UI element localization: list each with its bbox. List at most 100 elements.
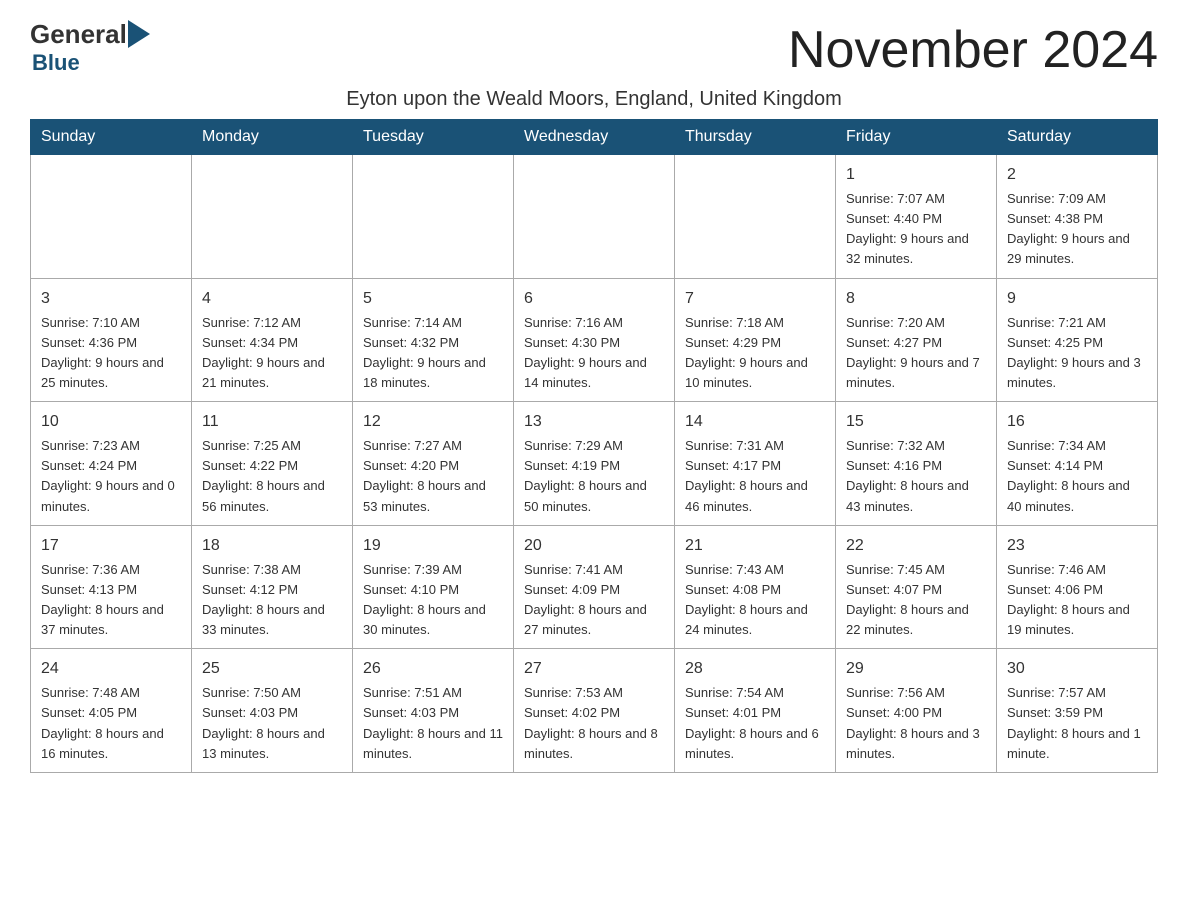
calendar-cell-3-2: 11Sunrise: 7:25 AMSunset: 4:22 PMDayligh… xyxy=(192,402,353,526)
location-title: Eyton upon the Weald Moors, England, Uni… xyxy=(30,88,1158,111)
col-header-wednesday: Wednesday xyxy=(514,120,675,155)
day-info: Sunrise: 7:53 AMSunset: 4:02 PMDaylight:… xyxy=(524,683,664,764)
logo-arrow-icon xyxy=(127,20,151,48)
calendar-cell-2-2: 4Sunrise: 7:12 AMSunset: 4:34 PMDaylight… xyxy=(192,278,353,402)
day-number: 23 xyxy=(1007,534,1147,558)
calendar-cell-1-7: 2Sunrise: 7:09 AMSunset: 4:38 PMDaylight… xyxy=(997,155,1158,279)
calendar-week-row-3: 10Sunrise: 7:23 AMSunset: 4:24 PMDayligh… xyxy=(31,402,1158,526)
calendar-cell-4-6: 22Sunrise: 7:45 AMSunset: 4:07 PMDayligh… xyxy=(836,525,997,649)
day-number: 20 xyxy=(524,534,664,558)
calendar-week-row-4: 17Sunrise: 7:36 AMSunset: 4:13 PMDayligh… xyxy=(31,525,1158,649)
calendar-week-row-2: 3Sunrise: 7:10 AMSunset: 4:36 PMDaylight… xyxy=(31,278,1158,402)
day-number: 8 xyxy=(846,287,986,311)
day-number: 14 xyxy=(685,410,825,434)
day-number: 28 xyxy=(685,657,825,681)
logo-text: General xyxy=(30,20,151,48)
day-number: 30 xyxy=(1007,657,1147,681)
day-number: 5 xyxy=(363,287,503,311)
day-info: Sunrise: 7:54 AMSunset: 4:01 PMDaylight:… xyxy=(685,683,825,764)
calendar-cell-3-7: 16Sunrise: 7:34 AMSunset: 4:14 PMDayligh… xyxy=(997,402,1158,526)
day-info: Sunrise: 7:41 AMSunset: 4:09 PMDaylight:… xyxy=(524,560,664,641)
day-number: 15 xyxy=(846,410,986,434)
day-info: Sunrise: 7:18 AMSunset: 4:29 PMDaylight:… xyxy=(685,313,825,394)
day-number: 1 xyxy=(846,163,986,187)
day-number: 18 xyxy=(202,534,342,558)
day-number: 4 xyxy=(202,287,342,311)
day-info: Sunrise: 7:51 AMSunset: 4:03 PMDaylight:… xyxy=(363,683,503,764)
day-number: 7 xyxy=(685,287,825,311)
day-number: 2 xyxy=(1007,163,1147,187)
calendar-cell-2-1: 3Sunrise: 7:10 AMSunset: 4:36 PMDaylight… xyxy=(31,278,192,402)
day-info: Sunrise: 7:45 AMSunset: 4:07 PMDaylight:… xyxy=(846,560,986,641)
calendar-table: Sunday Monday Tuesday Wednesday Thursday… xyxy=(30,119,1158,773)
calendar-cell-4-7: 23Sunrise: 7:46 AMSunset: 4:06 PMDayligh… xyxy=(997,525,1158,649)
day-info: Sunrise: 7:48 AMSunset: 4:05 PMDaylight:… xyxy=(41,683,181,764)
day-number: 3 xyxy=(41,287,181,311)
day-number: 16 xyxy=(1007,410,1147,434)
day-info: Sunrise: 7:12 AMSunset: 4:34 PMDaylight:… xyxy=(202,313,342,394)
col-header-tuesday: Tuesday xyxy=(353,120,514,155)
day-number: 25 xyxy=(202,657,342,681)
day-info: Sunrise: 7:56 AMSunset: 4:00 PMDaylight:… xyxy=(846,683,986,764)
day-number: 24 xyxy=(41,657,181,681)
day-number: 21 xyxy=(685,534,825,558)
logo: General Blue xyxy=(30,20,151,76)
day-info: Sunrise: 7:23 AMSunset: 4:24 PMDaylight:… xyxy=(41,436,181,517)
calendar-cell-5-6: 29Sunrise: 7:56 AMSunset: 4:00 PMDayligh… xyxy=(836,649,997,773)
day-number: 19 xyxy=(363,534,503,558)
calendar-cell-2-3: 5Sunrise: 7:14 AMSunset: 4:32 PMDaylight… xyxy=(353,278,514,402)
day-number: 13 xyxy=(524,410,664,434)
day-info: Sunrise: 7:50 AMSunset: 4:03 PMDaylight:… xyxy=(202,683,342,764)
day-number: 22 xyxy=(846,534,986,558)
day-info: Sunrise: 7:09 AMSunset: 4:38 PMDaylight:… xyxy=(1007,189,1147,270)
calendar-week-row-5: 24Sunrise: 7:48 AMSunset: 4:05 PMDayligh… xyxy=(31,649,1158,773)
calendar-cell-5-1: 24Sunrise: 7:48 AMSunset: 4:05 PMDayligh… xyxy=(31,649,192,773)
day-info: Sunrise: 7:20 AMSunset: 4:27 PMDaylight:… xyxy=(846,313,986,394)
col-header-saturday: Saturday xyxy=(997,120,1158,155)
day-info: Sunrise: 7:07 AMSunset: 4:40 PMDaylight:… xyxy=(846,189,986,270)
day-info: Sunrise: 7:36 AMSunset: 4:13 PMDaylight:… xyxy=(41,560,181,641)
day-info: Sunrise: 7:16 AMSunset: 4:30 PMDaylight:… xyxy=(524,313,664,394)
calendar-cell-2-4: 6Sunrise: 7:16 AMSunset: 4:30 PMDaylight… xyxy=(514,278,675,402)
day-info: Sunrise: 7:31 AMSunset: 4:17 PMDaylight:… xyxy=(685,436,825,517)
col-header-sunday: Sunday xyxy=(31,120,192,155)
day-number: 29 xyxy=(846,657,986,681)
calendar-cell-3-5: 14Sunrise: 7:31 AMSunset: 4:17 PMDayligh… xyxy=(675,402,836,526)
calendar-cell-5-2: 25Sunrise: 7:50 AMSunset: 4:03 PMDayligh… xyxy=(192,649,353,773)
day-number: 27 xyxy=(524,657,664,681)
calendar-cell-4-1: 17Sunrise: 7:36 AMSunset: 4:13 PMDayligh… xyxy=(31,525,192,649)
calendar-cell-1-5 xyxy=(675,155,836,279)
day-number: 17 xyxy=(41,534,181,558)
day-info: Sunrise: 7:21 AMSunset: 4:25 PMDaylight:… xyxy=(1007,313,1147,394)
calendar-cell-1-3 xyxy=(353,155,514,279)
day-info: Sunrise: 7:46 AMSunset: 4:06 PMDaylight:… xyxy=(1007,560,1147,641)
calendar-cell-5-3: 26Sunrise: 7:51 AMSunset: 4:03 PMDayligh… xyxy=(353,649,514,773)
day-info: Sunrise: 7:32 AMSunset: 4:16 PMDaylight:… xyxy=(846,436,986,517)
day-info: Sunrise: 7:14 AMSunset: 4:32 PMDaylight:… xyxy=(363,313,503,394)
calendar-cell-4-5: 21Sunrise: 7:43 AMSunset: 4:08 PMDayligh… xyxy=(675,525,836,649)
col-header-monday: Monday xyxy=(192,120,353,155)
day-info: Sunrise: 7:29 AMSunset: 4:19 PMDaylight:… xyxy=(524,436,664,517)
col-header-friday: Friday xyxy=(836,120,997,155)
calendar-cell-3-1: 10Sunrise: 7:23 AMSunset: 4:24 PMDayligh… xyxy=(31,402,192,526)
calendar-cell-5-4: 27Sunrise: 7:53 AMSunset: 4:02 PMDayligh… xyxy=(514,649,675,773)
day-number: 26 xyxy=(363,657,503,681)
logo-general-text: General xyxy=(30,21,127,47)
calendar-cell-1-2 xyxy=(192,155,353,279)
day-info: Sunrise: 7:25 AMSunset: 4:22 PMDaylight:… xyxy=(202,436,342,517)
calendar-cell-5-7: 30Sunrise: 7:57 AMSunset: 3:59 PMDayligh… xyxy=(997,649,1158,773)
col-header-thursday: Thursday xyxy=(675,120,836,155)
day-info: Sunrise: 7:34 AMSunset: 4:14 PMDaylight:… xyxy=(1007,436,1147,517)
page-header: General Blue November 2024 xyxy=(30,20,1158,80)
day-number: 9 xyxy=(1007,287,1147,311)
calendar-cell-4-3: 19Sunrise: 7:39 AMSunset: 4:10 PMDayligh… xyxy=(353,525,514,649)
day-number: 12 xyxy=(363,410,503,434)
day-number: 6 xyxy=(524,287,664,311)
calendar-cell-3-6: 15Sunrise: 7:32 AMSunset: 4:16 PMDayligh… xyxy=(836,402,997,526)
calendar-header-row: Sunday Monday Tuesday Wednesday Thursday… xyxy=(31,120,1158,155)
day-info: Sunrise: 7:43 AMSunset: 4:08 PMDaylight:… xyxy=(685,560,825,641)
day-number: 11 xyxy=(202,410,342,434)
calendar-cell-2-6: 8Sunrise: 7:20 AMSunset: 4:27 PMDaylight… xyxy=(836,278,997,402)
calendar-cell-2-7: 9Sunrise: 7:21 AMSunset: 4:25 PMDaylight… xyxy=(997,278,1158,402)
calendar-cell-5-5: 28Sunrise: 7:54 AMSunset: 4:01 PMDayligh… xyxy=(675,649,836,773)
